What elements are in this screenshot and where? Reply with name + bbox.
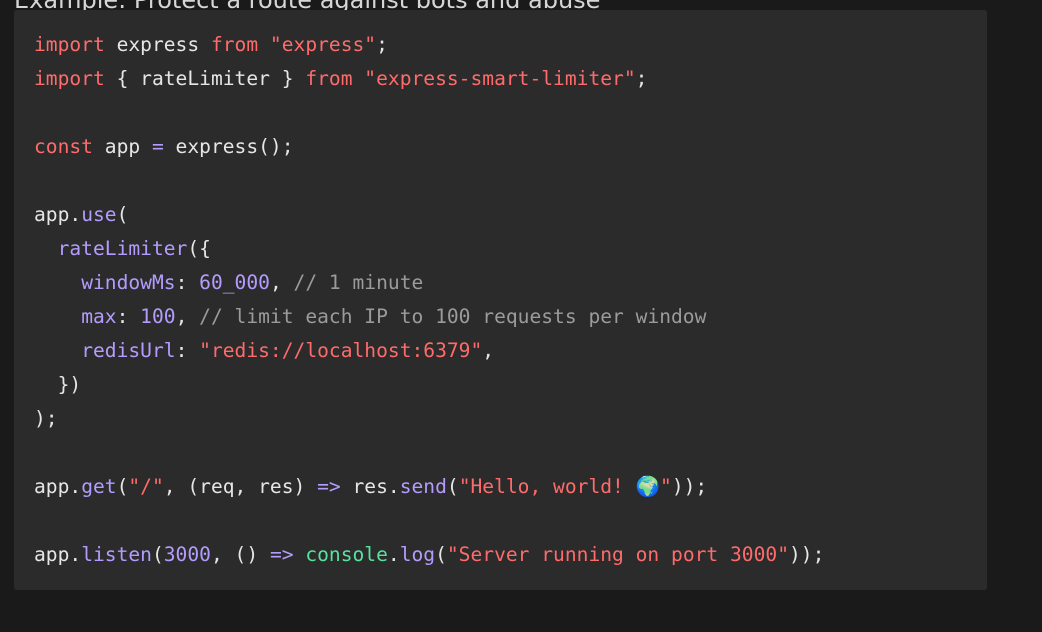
page: Example: Protect a route against bots an… (0, 0, 1042, 632)
operator-equals: = (151, 135, 164, 158)
route-string: "/" (128, 475, 164, 498)
code-line-16: app.listen(3000, () => console.log("Serv… (34, 538, 967, 572)
identifier: express (104, 33, 211, 56)
method-listen: listen (81, 543, 152, 566)
keyword-import: import (34, 33, 105, 56)
property-windowms: windowMs (81, 271, 176, 294)
code-line-10: redisUrl: "redis://localhost:6379", (34, 334, 967, 368)
res-object: res. (340, 475, 400, 498)
console-object: console (305, 543, 388, 566)
code-line-14: app.get("/", (req, res) => res.send("Hel… (34, 470, 967, 504)
number-literal: 3000 (163, 543, 211, 566)
colon: : (116, 305, 141, 328)
params: , (req, res) (163, 475, 318, 498)
method-log: log (399, 543, 436, 566)
code-line-11: }) (34, 373, 82, 396)
code-line-7: rateLimiter({ (34, 232, 967, 266)
string-literal: "redis://localhost:6379" (199, 339, 483, 362)
code-line-8: windowMs: 60_000, // 1 minute (34, 266, 967, 300)
brace: ({ (187, 237, 211, 260)
code-line-6: app.use( (34, 198, 967, 232)
code-line-5-empty (34, 164, 967, 198)
identifier: { rateLimiter } (104, 67, 306, 90)
code-block: import express from "express"; import { … (14, 10, 987, 590)
string-literal: "express-smart-limiter" (352, 67, 636, 90)
code-line-1: import express from "express"; (34, 28, 967, 62)
comma: , (482, 339, 495, 362)
comment: // limit each IP to 100 requests per win… (199, 305, 707, 328)
string-literal: "express" (258, 33, 377, 56)
paren: ( (116, 475, 129, 498)
paren-close: )); (671, 475, 708, 498)
params: , () (210, 543, 270, 566)
string-literal: "Hello, world! 🌍" (458, 475, 672, 498)
property-max: max (81, 305, 117, 328)
paren: ( (151, 543, 164, 566)
keyword-const: const (34, 135, 93, 158)
method-get: get (81, 475, 117, 498)
property-redisurl: redisUrl (81, 339, 176, 362)
comma: , (269, 271, 294, 294)
paren: ( (116, 203, 129, 226)
identifier: app (92, 135, 152, 158)
colon: : (175, 339, 200, 362)
object: app. (34, 203, 82, 226)
colon: : (175, 271, 200, 294)
keyword-from: from (305, 67, 353, 90)
paren: ( (435, 543, 447, 566)
keyword-import: import (34, 67, 105, 90)
arrow-operator: => (317, 475, 341, 498)
method-send: send (399, 475, 447, 498)
code-line-13-empty (34, 436, 967, 470)
string-literal: "Server running on port 3000" (446, 543, 789, 566)
semicolon: ; (376, 33, 388, 56)
paren-close: )); (789, 543, 825, 566)
code-line-9: max: 100, // limit each IP to 100 reques… (34, 300, 967, 334)
code-line-15-empty (34, 504, 967, 538)
object: app. (34, 475, 82, 498)
function-ratelimiter: rateLimiter (57, 237, 188, 260)
dot: . (387, 543, 400, 566)
code-line-4: const app = express(); (34, 130, 967, 164)
expression: express(); (163, 135, 294, 158)
arrow-operator: => (269, 543, 294, 566)
comment: // 1 minute (293, 271, 424, 294)
code-line-12: ); (34, 407, 58, 430)
object: app. (34, 543, 82, 566)
semicolon: ; (635, 67, 648, 90)
number-literal: 60_000 (199, 271, 270, 294)
keyword-from: from (210, 33, 259, 56)
comma: , (175, 305, 200, 328)
method-use: use (81, 203, 117, 226)
code-line-3-empty (34, 96, 967, 130)
paren: ( (446, 475, 459, 498)
number-literal: 100 (140, 305, 176, 328)
code-line-2: import { rateLimiter } from "express-sma… (34, 62, 967, 96)
